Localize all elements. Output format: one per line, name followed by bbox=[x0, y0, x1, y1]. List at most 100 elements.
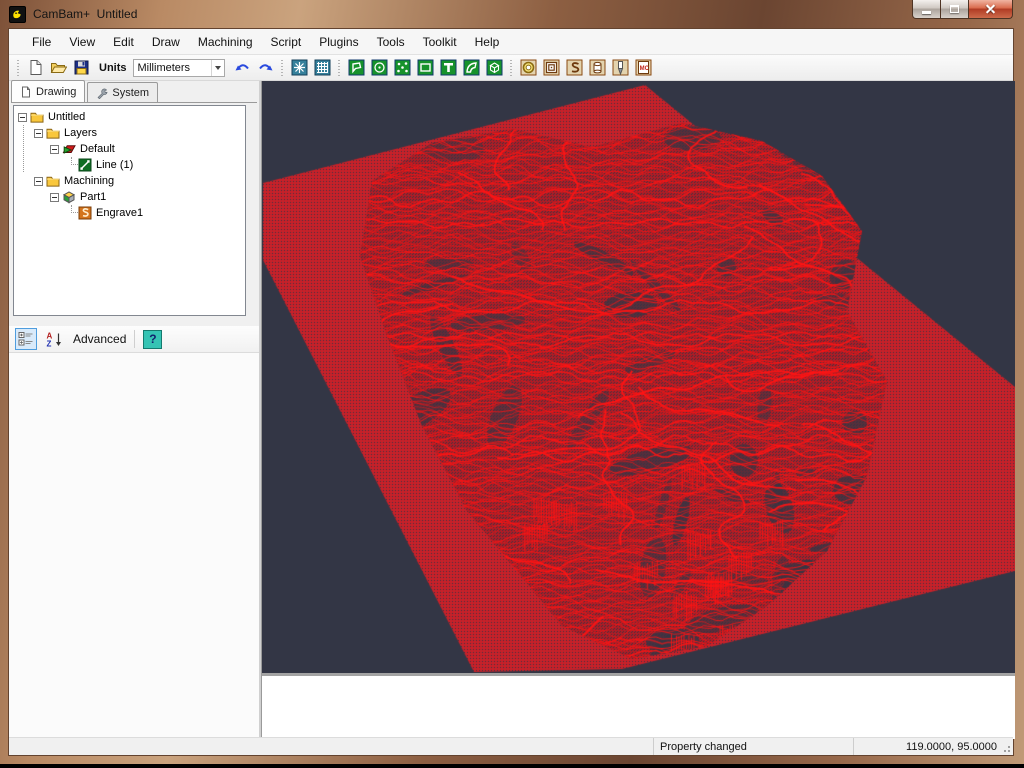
status-coordinates: 119.0000, 95.0000 bbox=[854, 738, 1013, 755]
tree-node-layers[interactable]: Layers bbox=[14, 125, 245, 141]
categorized-view-button[interactable] bbox=[15, 328, 37, 350]
units-dropdown-arrow[interactable] bbox=[211, 60, 224, 76]
toolbar-grip bbox=[337, 60, 342, 76]
pocket-button[interactable] bbox=[540, 57, 563, 79]
help-button[interactable]: ? bbox=[143, 330, 162, 349]
tab-label: System bbox=[112, 87, 149, 99]
snap-point-icon bbox=[291, 59, 308, 76]
tree-node-machining[interactable]: Machining bbox=[14, 173, 245, 189]
snap-point-button[interactable] bbox=[288, 57, 311, 79]
close-icon bbox=[985, 4, 996, 15]
tree-collapse-toggle[interactable] bbox=[34, 129, 43, 138]
tree-node-untitled[interactable]: Untitled bbox=[14, 109, 245, 125]
tree-collapse-toggle[interactable] bbox=[34, 177, 43, 186]
tree-guide bbox=[30, 205, 46, 221]
alphabetical-sort-button[interactable]: AZ bbox=[43, 328, 65, 350]
tree-collapse-toggle[interactable] bbox=[18, 113, 27, 122]
tab-system[interactable]: System bbox=[87, 82, 158, 102]
menu-item-tools[interactable]: Tools bbox=[368, 31, 414, 53]
open-icon bbox=[50, 59, 67, 76]
lathe-button[interactable] bbox=[586, 57, 609, 79]
property-grid-empty bbox=[9, 353, 259, 737]
tree-collapse-toggle[interactable] bbox=[50, 145, 59, 154]
tree-guide bbox=[46, 157, 62, 173]
minimize-button[interactable] bbox=[912, 0, 941, 19]
circle-button[interactable] bbox=[368, 57, 391, 79]
viewport-canvas[interactable] bbox=[262, 81, 1015, 673]
menu-item-plugins[interactable]: Plugins bbox=[310, 31, 367, 53]
menu-item-view[interactable]: View bbox=[60, 31, 104, 53]
gcode-icon: MC bbox=[635, 59, 652, 76]
menu-item-help[interactable]: Help bbox=[466, 31, 509, 53]
layer-icon bbox=[62, 142, 76, 156]
menu-item-draw[interactable]: Draw bbox=[143, 31, 189, 53]
undo-button[interactable] bbox=[231, 57, 254, 79]
chevron-down-icon bbox=[215, 66, 221, 70]
menu-item-file[interactable]: File bbox=[23, 31, 60, 53]
tree-guide bbox=[14, 157, 30, 173]
points-icon bbox=[394, 59, 411, 76]
units-select[interactable]: Millimeters bbox=[133, 59, 225, 77]
engrave-button[interactable] bbox=[609, 57, 632, 79]
tree-node-default[interactable]: Default bbox=[14, 141, 245, 157]
tree-node-label: Layers bbox=[64, 127, 97, 139]
part-icon bbox=[62, 190, 76, 204]
tree-node-label: Line (1) bbox=[96, 159, 133, 171]
open-button[interactable] bbox=[47, 57, 70, 79]
titlebar[interactable]: CamBam+ Untitled bbox=[0, 0, 1024, 28]
tree-node-part1[interactable]: Part1 bbox=[14, 189, 245, 205]
text-button[interactable] bbox=[437, 57, 460, 79]
main-area: Drawing System Untitled Layers Default Line … bbox=[9, 81, 1013, 737]
save-button[interactable] bbox=[70, 57, 93, 79]
tree-node-label: Machining bbox=[64, 175, 114, 187]
drawing-tree: Untitled Layers Default Line (1) Machining Pa… bbox=[13, 105, 246, 316]
engrave-icon bbox=[612, 59, 629, 76]
new-icon bbox=[27, 59, 44, 76]
menu-item-edit[interactable]: Edit bbox=[104, 31, 143, 53]
menu-item-script[interactable]: Script bbox=[262, 31, 311, 53]
surface-icon bbox=[486, 59, 503, 76]
status-section-empty bbox=[9, 738, 654, 755]
tree-collapse-toggle[interactable] bbox=[50, 193, 59, 202]
tree-node-line-1[interactable]: Line (1) bbox=[14, 157, 245, 173]
new-button[interactable] bbox=[24, 57, 47, 79]
text-icon bbox=[440, 59, 457, 76]
arc-button[interactable] bbox=[460, 57, 483, 79]
maximize-button[interactable] bbox=[941, 0, 968, 19]
folder-icon bbox=[46, 126, 60, 140]
toolbar-grip bbox=[280, 60, 285, 76]
app-window: CamBam+ Untitled FileViewEditDrawMachini… bbox=[0, 0, 1024, 764]
menu-item-machining[interactable]: Machining bbox=[189, 31, 262, 53]
gcode-button[interactable]: MC bbox=[632, 57, 655, 79]
viewport[interactable] bbox=[262, 81, 1015, 673]
rectangle-button[interactable] bbox=[414, 57, 437, 79]
snap-grid-button[interactable] bbox=[311, 57, 334, 79]
menu-item-toolkit[interactable]: Toolkit bbox=[414, 31, 466, 53]
tree-guide bbox=[14, 173, 30, 189]
points-button[interactable] bbox=[391, 57, 414, 79]
tree-guide bbox=[14, 141, 30, 157]
wrench-icon bbox=[96, 87, 108, 99]
surface-button[interactable] bbox=[483, 57, 506, 79]
minimize-icon bbox=[922, 11, 931, 14]
drill-button[interactable] bbox=[517, 57, 540, 79]
tab-label: Drawing bbox=[36, 86, 76, 98]
tree-node-label: Default bbox=[80, 143, 115, 155]
units-value: Millimeters bbox=[134, 62, 211, 74]
tree-guide bbox=[14, 205, 30, 221]
profile-button[interactable] bbox=[563, 57, 586, 79]
tree-guide bbox=[30, 141, 46, 157]
close-button[interactable] bbox=[968, 0, 1013, 19]
sidebar: Drawing System Untitled Layers Default Line … bbox=[9, 81, 259, 737]
toolbar-grip bbox=[509, 60, 514, 76]
tree-node-engrave1[interactable]: Engrave1 bbox=[14, 205, 245, 221]
redo-button[interactable] bbox=[254, 57, 277, 79]
separator bbox=[134, 330, 135, 348]
tab-drawing[interactable]: Drawing bbox=[11, 80, 85, 102]
tree-elbow bbox=[71, 157, 78, 165]
polyline-button[interactable] bbox=[345, 57, 368, 79]
tree-guide bbox=[14, 189, 30, 205]
advanced-label: Advanced bbox=[73, 332, 126, 346]
client-area: FileViewEditDrawMachiningScriptPluginsTo… bbox=[8, 28, 1014, 756]
rectangle-icon bbox=[417, 59, 434, 76]
